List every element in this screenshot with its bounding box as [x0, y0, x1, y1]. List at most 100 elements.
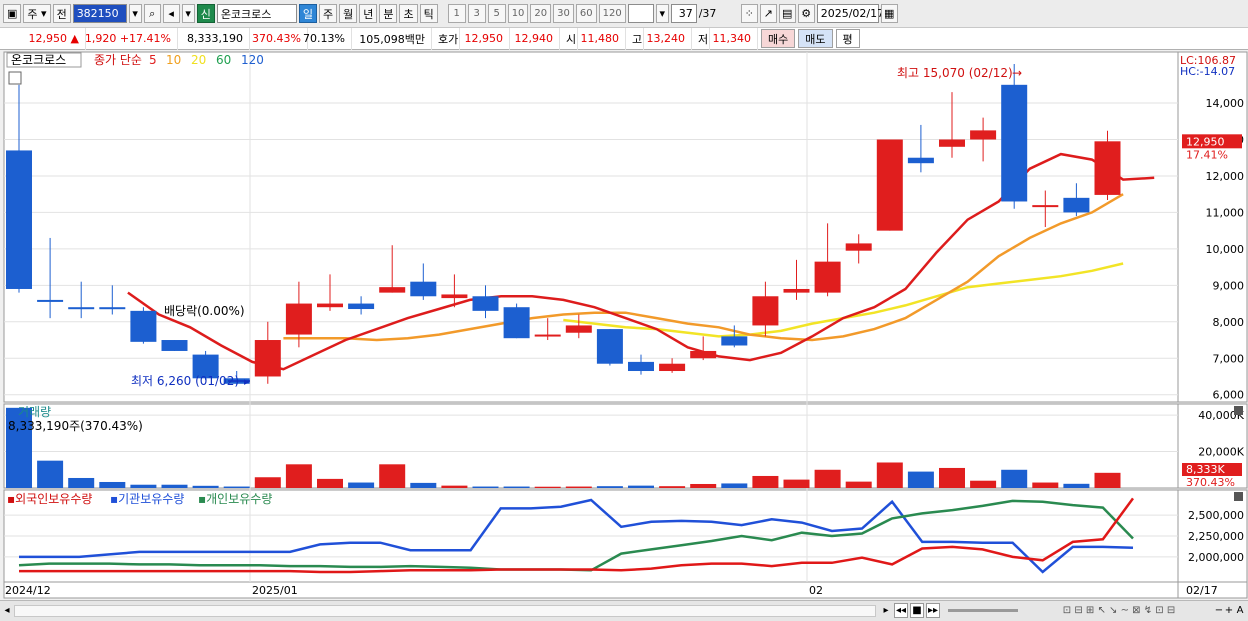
legend-ma-10: 10 — [166, 53, 181, 67]
calendar-icon[interactable]: ▦ — [880, 4, 898, 23]
low-annotation: 최저 6,260 (01/02) — [131, 374, 239, 388]
volume-bar — [441, 485, 468, 488]
save-icon[interactable]: ▤ — [778, 4, 796, 23]
holdings-tick-label: 2,000,000 — [1188, 551, 1244, 564]
stock-tag-badge: 신 — [196, 4, 215, 23]
interval-10[interactable]: 10 — [507, 4, 529, 23]
stock-code-input[interactable]: 382150 — [72, 4, 127, 23]
candle-body — [1032, 205, 1059, 208]
price-tick-label: 11,000 — [1206, 206, 1245, 219]
drawing-tools-icon[interactable]: ⊡ ⊟ ⊞ ↖ ↘ ∼ ⊠ ↯ ⊡ ⊟ — [1024, 603, 1214, 618]
scroll-track[interactable] — [14, 605, 876, 617]
candle-body — [503, 307, 530, 339]
period-select[interactable]: 주 ▾ — [23, 4, 51, 23]
interval-30[interactable]: 30 — [553, 4, 574, 23]
price-tick-label: 7,000 — [1213, 352, 1245, 365]
volume-bar — [970, 480, 997, 488]
stock-name-field[interactable]: 온코크로스 — [216, 4, 297, 23]
candle-body — [783, 288, 810, 293]
candle-body — [845, 243, 872, 251]
code-dropdown-icon[interactable]: ▾ — [128, 4, 142, 23]
volume-tick-label: 20,000K — [1198, 446, 1244, 459]
rewind-icon[interactable]: ◂◂ — [894, 603, 908, 618]
candle-body — [565, 325, 592, 333]
holdings-legend-individual: ▪개인보유수량 — [198, 492, 272, 506]
tab-period-minute[interactable]: 분 — [379, 4, 398, 23]
candle-body — [814, 261, 841, 293]
holdings-tick-label: 2,500,000 — [1188, 509, 1244, 522]
volume-tag: 8,333K — [1186, 463, 1225, 476]
candle-body — [1063, 197, 1090, 213]
volume-tag-pct: 370.43% — [1186, 476, 1235, 489]
window-icon[interactable]: ▣ — [3, 4, 22, 23]
gear-icon[interactable]: ⚙ — [797, 4, 815, 23]
interval-60[interactable]: 60 — [575, 4, 597, 23]
tab-period-second[interactable]: 초 — [399, 4, 418, 23]
main-toolbar: ▣ 주 ▾ 전 382150 ▾ ⌕ ◂ ▾ 신 온코크로스 일 주 월 년 분… — [0, 0, 1248, 28]
zoom-slider[interactable] — [948, 609, 1018, 612]
candle-body — [379, 287, 406, 293]
legend-ma-60: 60 — [216, 53, 231, 67]
interval-5[interactable]: 5 — [487, 4, 506, 23]
candle-body — [68, 307, 95, 310]
candle-body — [721, 336, 748, 346]
volume-bar — [254, 477, 281, 488]
volume-bar — [752, 475, 779, 488]
custom-interval-input[interactable] — [627, 4, 654, 23]
candle-body — [348, 303, 375, 310]
volume-bar — [596, 486, 623, 488]
count-input[interactable]: 37 — [670, 4, 697, 23]
volume-bar — [161, 484, 188, 488]
volume-info: 8,333,190주(370.43%) — [8, 419, 143, 433]
stock-chart[interactable]: 6,0007,0008,0009,00010,00011,00012,00013… — [0, 50, 1248, 600]
font-size-icon[interactable]: A — [1234, 603, 1246, 618]
tab-period-tick[interactable]: 틱 — [419, 4, 438, 23]
x-label-feb: 02 — [809, 584, 823, 597]
tab-period-week[interactable]: 주 — [318, 4, 338, 23]
trend-tool-icon[interactable]: ↗ — [759, 4, 777, 23]
price-tick-label: 10,000 — [1206, 243, 1245, 256]
zoom-out-icon[interactable]: − — [1214, 603, 1224, 618]
play-icon[interactable]: ▸▸ — [926, 603, 940, 618]
interval-120[interactable]: 120 — [598, 4, 626, 23]
volume-bar — [410, 482, 437, 488]
date-input[interactable]: 2025/02/17 — [816, 4, 884, 23]
open-price: 11,480 — [578, 27, 626, 50]
up-arrow-icon: ▲ — [70, 32, 79, 45]
sound-dropdown-icon[interactable]: ▾ — [181, 4, 195, 23]
stop-icon[interactable]: ■ — [910, 603, 924, 618]
scroll-left-icon[interactable]: ◂ — [2, 603, 12, 618]
sell-button[interactable]: 매도 — [798, 29, 833, 48]
zoom-in-icon[interactable]: + — [1224, 603, 1234, 618]
interval-dropdown-icon[interactable]: ▾ — [655, 4, 669, 23]
interval-20[interactable]: 20 — [530, 4, 552, 23]
volume-bar — [379, 464, 406, 488]
volume-bar — [192, 485, 219, 488]
dots-icon[interactable]: ⁘ — [740, 4, 758, 23]
interval-3[interactable]: 3 — [467, 4, 486, 23]
volume-bar — [348, 482, 375, 488]
eval-button[interactable]: 평 — [835, 29, 860, 48]
candle-body — [1001, 84, 1028, 202]
open-label: 시 — [560, 27, 578, 50]
search-icon[interactable]: ⌕ — [143, 4, 161, 23]
volume-bar — [659, 486, 686, 488]
candle-body — [410, 281, 437, 297]
volume-close-icon — [1234, 406, 1243, 415]
prev-button[interactable]: 전 — [52, 4, 71, 23]
scroll-right-icon[interactable]: ▸ — [880, 603, 892, 618]
buy-button[interactable]: 매수 — [761, 29, 796, 48]
interval-1[interactable]: 1 — [447, 4, 466, 23]
sound-icon[interactable]: ◂ — [162, 4, 180, 23]
change-amount: 1,920 +17.41% — [85, 27, 178, 50]
legend-ma-5: 5 — [149, 53, 157, 67]
tab-period-year[interactable]: 년 — [359, 4, 378, 23]
candle-body — [317, 303, 343, 308]
volume-bar — [783, 479, 810, 488]
chart-scroll-bar: ◂ ▸ ◂◂ ■ ▸▸ ⊡ ⊟ ⊞ ↖ ↘ ∼ ⊠ ↯ ⊡ ⊟ − + A — [0, 600, 1248, 621]
tab-period-month[interactable]: 월 — [339, 4, 358, 23]
candle-body — [161, 340, 188, 351]
volume-bar — [721, 483, 748, 488]
tab-period-day[interactable]: 일 — [298, 4, 317, 23]
price-tick-label: 9,000 — [1213, 279, 1245, 292]
